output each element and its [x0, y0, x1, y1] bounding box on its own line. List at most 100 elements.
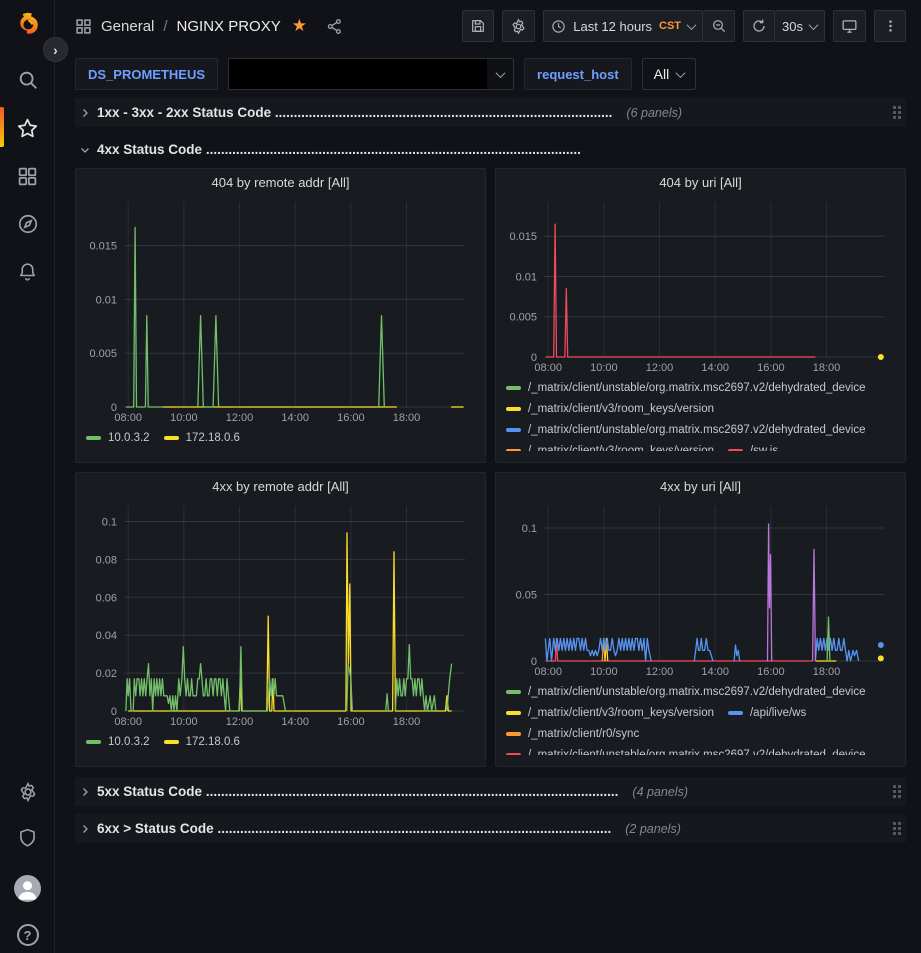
legend-swatch-icon [164, 740, 179, 744]
legend-item[interactable]: 10.0.3.2 [86, 731, 150, 752]
row-5xx[interactable]: 5xx Status Code ........................… [75, 777, 906, 806]
sidebar-item-alerting[interactable] [0, 255, 55, 289]
panel: 404 by remote addr [All]00.0050.010.0150… [75, 168, 486, 463]
chevron-down-icon [676, 68, 686, 78]
y-axis-tick-label: 0.06 [96, 592, 117, 604]
dropdown-caret-zone [487, 59, 513, 89]
chevron-down-icon [495, 68, 505, 78]
legend-item[interactable]: /_matrix/client/r0/sync [506, 723, 639, 744]
series-line [198, 316, 219, 407]
row-1xx-3xx-2xx[interactable]: 1xx - 3xx - 2xx Status Code ............… [75, 98, 906, 127]
panel-title[interactable]: 404 by uri [All] [496, 169, 905, 195]
x-axis-tick-label: 12:00 [646, 666, 674, 678]
legend-swatch-icon [506, 428, 521, 432]
sidebar-item-profile[interactable] [0, 871, 55, 905]
sidebar-item-explore[interactable] [0, 207, 55, 241]
legend-swatch-icon [506, 386, 521, 390]
legend-item[interactable]: 172.18.0.6 [164, 731, 240, 752]
search-icon[interactable] [0, 63, 55, 97]
sidebar-item-starred[interactable] [0, 111, 55, 145]
series-line [813, 549, 816, 661]
sidebar-item-dashboards[interactable] [0, 159, 55, 193]
time-picker-group: Last 12 hours CST [543, 10, 735, 42]
x-axis-tick-label: 10:00 [170, 716, 198, 728]
x-axis-tick-label: 18:00 [813, 362, 841, 374]
active-indicator [0, 107, 4, 147]
more-options-button[interactable] [874, 10, 906, 42]
panel-legend: /_matrix/client/unstable/org.matrix.msc2… [496, 375, 905, 451]
clock-icon [551, 19, 566, 34]
legend-item[interactable]: /api/live/ws [728, 702, 806, 723]
refresh-interval-dropdown[interactable]: 30s [775, 10, 825, 42]
request-host-value: All [654, 66, 670, 82]
sidebar-item-help[interactable]: ? [0, 918, 55, 952]
x-axis-tick-label: 10:00 [590, 666, 618, 678]
legend-item[interactable]: /sw.js [728, 440, 778, 451]
time-range-picker[interactable]: Last 12 hours CST [543, 10, 703, 42]
dashboard-settings-button[interactable] [502, 10, 535, 42]
explore-compass-icon [17, 213, 39, 235]
chart-plot-area[interactable]: 00.050.108:0010:0012:0014:0016:0018:00 [496, 499, 905, 679]
x-axis-tick-label: 08:00 [534, 362, 562, 374]
row-4xx[interactable]: 4xx Status Code ........................… [75, 135, 906, 164]
series-line [694, 638, 713, 661]
legend-item[interactable]: 10.0.3.2 [86, 427, 150, 448]
chevron-down-icon [687, 20, 697, 30]
breadcrumb-section[interactable]: General [101, 18, 154, 35]
sidebar-expand-button[interactable]: › [43, 37, 68, 62]
legend-item[interactable]: /_matrix/client/unstable/org.matrix.msc2… [506, 377, 866, 398]
y-axis-tick-label: 0.04 [96, 630, 117, 642]
x-axis-tick-label: 18:00 [393, 412, 421, 424]
variable-label-request-host[interactable]: request_host [524, 58, 632, 90]
legend-item[interactable]: /_matrix/client/v3/room_keys/version [506, 398, 714, 419]
legend-item[interactable]: /_matrix/client/unstable/org.matrix.msc2… [506, 681, 866, 702]
x-axis-tick-label: 12:00 [226, 716, 254, 728]
series-line [546, 224, 816, 357]
chart-plot-area[interactable]: 00.0050.010.01508:0010:0012:0014:0016:00… [496, 195, 905, 375]
row-drag-handle-icon[interactable] [893, 822, 901, 835]
sidebar-item-server-admin[interactable] [0, 821, 55, 855]
help-icon: ? [17, 924, 39, 946]
redacted-value [229, 59, 487, 89]
x-axis-tick-label: 08:00 [534, 666, 562, 678]
x-axis-tick-label: 14:00 [701, 362, 729, 374]
chevron-down-icon [79, 144, 91, 156]
panel-legend: 10.0.3.2 172.18.0.6 [76, 425, 485, 453]
favorite-star-icon[interactable]: ★ [292, 16, 307, 36]
legend-swatch-icon [728, 449, 743, 452]
dashboard-squares-icon[interactable] [75, 18, 92, 35]
legend-item[interactable]: /_matrix/client/unstable/org.matrix.msc2… [506, 419, 866, 440]
save-button[interactable] [462, 10, 494, 42]
legend-item[interactable]: /_matrix/client/unstable/org.matrix.msc2… [506, 744, 866, 755]
panel-title[interactable]: 404 by remote addr [All] [76, 169, 485, 195]
refresh-button[interactable] [743, 10, 775, 42]
sidebar-item-configuration[interactable] [0, 775, 55, 809]
row-panel-count: (4 panels) [632, 785, 688, 799]
cycle-view-mode-button[interactable] [833, 10, 866, 42]
panel-title[interactable]: 4xx by remote addr [All] [76, 473, 485, 499]
legend-label: /_matrix/client/unstable/org.matrix.msc2… [528, 424, 866, 436]
y-axis-tick-label: 0.005 [89, 348, 117, 360]
variable-label-ds-prometheus[interactable]: DS_PROMETHEUS [75, 58, 218, 90]
legend-item[interactable]: /_matrix/client/v3/room_keys/version [506, 702, 714, 723]
share-icon[interactable] [326, 18, 343, 35]
chart-plot-area[interactable]: 00.0050.010.01508:0010:0012:0014:0016:00… [76, 195, 485, 425]
series-end-dot [878, 655, 884, 661]
legend-label: /_matrix/client/r0/sync [528, 728, 639, 740]
legend-label: /sw.js [750, 445, 778, 452]
zoom-out-button[interactable] [703, 10, 735, 42]
variable-request-host-dropdown[interactable]: All [642, 58, 697, 90]
breadcrumb-dashboard-title[interactable]: NGINX PROXY [177, 18, 281, 35]
variable-ds-prometheus-dropdown[interactable] [228, 58, 514, 90]
row-6xx[interactable]: 6xx > Status Code ......................… [75, 814, 906, 843]
legend-item[interactable]: 172.18.0.6 [164, 427, 240, 448]
legend-item[interactable]: /_matrix/client/v3/room_keys/version [506, 440, 714, 451]
grafana-logo[interactable] [0, 8, 55, 42]
panel-title[interactable]: 4xx by uri [All] [496, 473, 905, 499]
y-axis-tick-label: 0.1 [522, 523, 537, 535]
row-drag-handle-icon[interactable] [893, 785, 901, 798]
row-drag-handle-icon[interactable] [893, 106, 901, 119]
legend-swatch-icon [506, 407, 521, 411]
chart-plot-area[interactable]: 00.020.040.060.080.108:0010:0012:0014:00… [76, 499, 485, 729]
series-line [815, 638, 858, 661]
